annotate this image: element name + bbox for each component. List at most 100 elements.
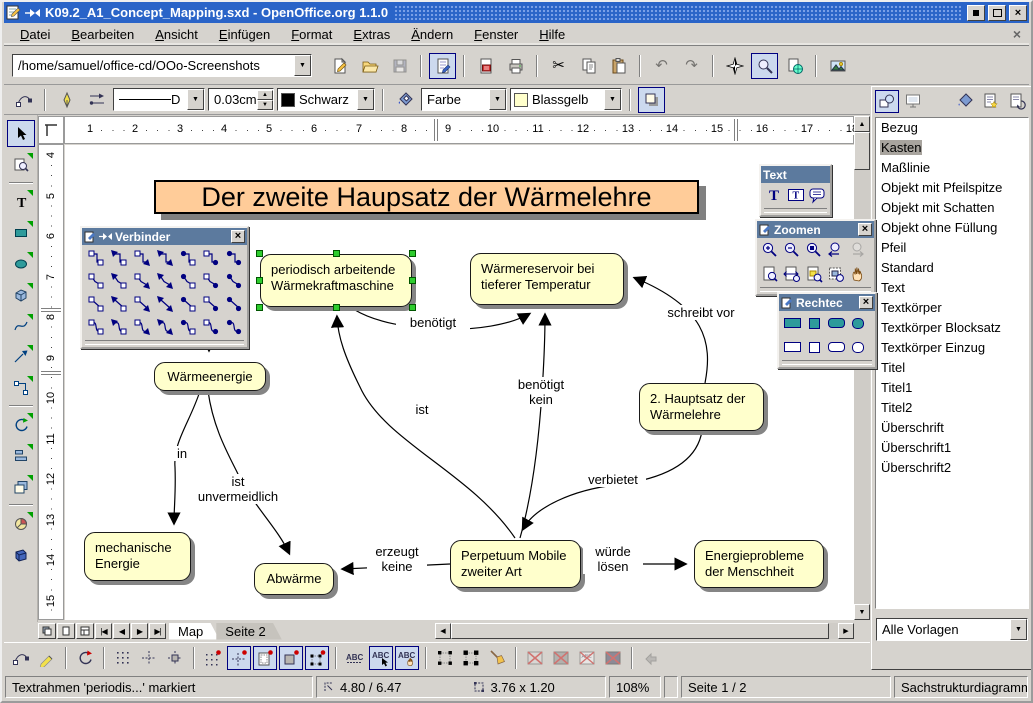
style-item-bezug[interactable]: Bezug bbox=[876, 119, 1028, 139]
title-bar[interactable]: K09.2_A1_Concept_Mapping.sxd - OpenOffic… bbox=[4, 2, 1029, 23]
style-item-ueberschrift2[interactable]: Überschrift2 bbox=[876, 459, 1028, 479]
style-item-textkoerper-blocksatz[interactable]: Textkörper Blocksatz bbox=[876, 319, 1028, 339]
scroll-right-button[interactable]: ▶ bbox=[838, 623, 854, 639]
style-item-kasten[interactable]: Kasten bbox=[876, 139, 1028, 159]
text-tool[interactable]: T bbox=[7, 188, 35, 215]
connector-type-icon[interactable] bbox=[176, 315, 199, 338]
edge-label-erzeugt-keine[interactable]: erzeugt keine bbox=[367, 544, 427, 574]
style-item-titel1[interactable]: Titel1 bbox=[876, 379, 1028, 399]
zoom-in-button[interactable] bbox=[759, 239, 781, 261]
edit-file-button[interactable] bbox=[429, 53, 456, 79]
connector-type-icon[interactable] bbox=[199, 269, 222, 292]
snap-helplines-button[interactable] bbox=[227, 646, 251, 670]
connector-type-icon[interactable] bbox=[199, 292, 222, 315]
edge-label-verbietet[interactable]: verbietet bbox=[580, 472, 646, 487]
shadow-toggle-button[interactable] bbox=[638, 87, 665, 113]
fill-type-combobox[interactable]: Farbe ▼ bbox=[421, 88, 507, 111]
selection-handle[interactable] bbox=[256, 304, 263, 311]
status-zoom[interactable]: 108% bbox=[609, 676, 661, 698]
verbinder-title-bar[interactable]: Verbinder × bbox=[82, 228, 247, 245]
text-frame-button[interactable]: T bbox=[785, 184, 807, 206]
pan-button[interactable] bbox=[847, 263, 869, 285]
connector-type-icon[interactable] bbox=[153, 269, 176, 292]
text-palette[interactable]: Text T T bbox=[759, 164, 832, 217]
connector-type-icon[interactable] bbox=[176, 246, 199, 269]
url-combobox[interactable]: /home/samuel/office-cd/OOo-Screenshots ▼ bbox=[12, 54, 312, 77]
zoom-page-button[interactable] bbox=[759, 263, 781, 285]
node-hauptsatz[interactable]: 2. Hauptsatz der Wärmelehre bbox=[639, 383, 764, 431]
contour-placeholder-button[interactable] bbox=[549, 646, 573, 670]
snap-grid-button[interactable] bbox=[201, 646, 225, 670]
page-view-button[interactable] bbox=[38, 623, 56, 639]
undo-button[interactable]: ↶ bbox=[648, 53, 675, 79]
menu-bearbeiten[interactable]: Bearbeiten bbox=[63, 25, 142, 44]
connector-type-icon[interactable] bbox=[107, 315, 130, 338]
zoomen-palette[interactable]: Zoomen × bbox=[755, 219, 876, 296]
gallery-button[interactable] bbox=[824, 53, 851, 79]
layer-view-button[interactable] bbox=[76, 623, 94, 639]
effects-rotate-tool[interactable] bbox=[7, 411, 35, 438]
large-handles-button[interactable] bbox=[459, 646, 483, 670]
callout-button[interactable] bbox=[806, 184, 828, 206]
horizontal-scroll-thumb[interactable] bbox=[451, 623, 829, 639]
connector-type-icon[interactable] bbox=[222, 292, 245, 315]
connector-type-icon[interactable] bbox=[222, 269, 245, 292]
connector-type-icon[interactable] bbox=[130, 269, 153, 292]
edit-points-button[interactable] bbox=[10, 87, 37, 113]
node-abwaerme[interactable]: Abwärme bbox=[254, 563, 334, 595]
picture-placeholder-button[interactable] bbox=[523, 646, 547, 670]
edge-label-schreibt-vor[interactable]: schreibt vor bbox=[660, 305, 742, 320]
curve-tool[interactable] bbox=[7, 312, 35, 339]
style-item-standard[interactable]: Standard bbox=[876, 259, 1028, 279]
edge-label-ist[interactable]: ist bbox=[405, 402, 439, 417]
arrow-style-button[interactable] bbox=[83, 87, 110, 113]
alignment-tool[interactable] bbox=[7, 442, 35, 469]
style-item-objekt-ohne-fuellung[interactable]: Objekt ohne Füllung bbox=[876, 219, 1028, 239]
node-waermereservoir[interactable]: Wärmereservoir bei tieferer Temperatur bbox=[470, 253, 624, 305]
palette-resize-strip[interactable] bbox=[85, 340, 244, 345]
edit-points-mode-button[interactable] bbox=[9, 646, 33, 670]
rectangle-filled-button[interactable] bbox=[781, 312, 803, 334]
status-position-size[interactable]: 4.80 / 6.47 3.76 x 1.20 bbox=[316, 676, 606, 698]
menu-aendern[interactable]: Ändern bbox=[403, 25, 461, 44]
square-filled-button[interactable] bbox=[803, 312, 825, 334]
style-item-textkoerper-einzug[interactable]: Textkörper Einzug bbox=[876, 339, 1028, 359]
line-dialog-button[interactable] bbox=[53, 87, 80, 113]
rounded-rectangle-filled-button[interactable] bbox=[825, 312, 847, 334]
style-item-text[interactable]: Text bbox=[876, 279, 1028, 299]
connector-type-icon[interactable] bbox=[84, 315, 107, 338]
style-item-titel[interactable]: Titel bbox=[876, 359, 1028, 379]
rechtecke-palette[interactable]: Rechtec × bbox=[777, 292, 877, 369]
node-mechanische-energie[interactable]: mechanische Energie bbox=[84, 532, 191, 581]
status-template[interactable]: Sachstrukturdiagramm bbox=[894, 676, 1028, 698]
verbinder-close-button[interactable]: × bbox=[231, 230, 245, 243]
zoom-previous-button[interactable] bbox=[825, 239, 847, 261]
horizontal-scrollbar[interactable]: ◀ ▶ bbox=[435, 623, 854, 639]
palette-resize-strip[interactable] bbox=[782, 360, 872, 365]
navigator-button[interactable] bbox=[721, 53, 748, 79]
rectangle-outline-button[interactable] bbox=[781, 336, 803, 358]
lines-arrows-tool[interactable] bbox=[7, 343, 35, 370]
menu-hilfe[interactable]: Hilfe bbox=[531, 25, 573, 44]
verbinder-palette[interactable]: Verbinder × bbox=[80, 226, 249, 349]
drawing-canvas[interactable]: Der zweite Haupsatz der Wärmelehre perio… bbox=[65, 145, 854, 620]
text-placeholder-button[interactable]: ABC bbox=[575, 646, 599, 670]
connector-type-icon[interactable] bbox=[176, 269, 199, 292]
scroll-left-button[interactable]: ◀ bbox=[435, 623, 451, 639]
selection-handle[interactable] bbox=[333, 250, 340, 257]
fill-type-dropdown[interactable]: ▼ bbox=[489, 89, 506, 110]
minimize-button[interactable] bbox=[967, 5, 985, 21]
horizontal-scroll-track[interactable] bbox=[829, 623, 838, 639]
connector-type-icon[interactable] bbox=[130, 246, 153, 269]
connector-type-icon[interactable] bbox=[84, 246, 107, 269]
connector-type-icon[interactable] bbox=[222, 315, 245, 338]
fill-color-dropdown[interactable]: ▼ bbox=[604, 89, 621, 110]
node-energieprobleme[interactable]: Energieprobleme der Menschheit bbox=[694, 540, 824, 588]
hatch-placeholder-button[interactable] bbox=[601, 646, 625, 670]
scroll-up-button[interactable]: ▲ bbox=[854, 116, 870, 132]
square-outline-button[interactable] bbox=[803, 336, 825, 358]
tab-map[interactable]: Map bbox=[169, 623, 219, 640]
helplines-front-button[interactable] bbox=[163, 646, 187, 670]
connector-type-icon[interactable] bbox=[153, 246, 176, 269]
map-title-box[interactable]: Der zweite Haupsatz der Wärmelehre bbox=[154, 180, 699, 214]
